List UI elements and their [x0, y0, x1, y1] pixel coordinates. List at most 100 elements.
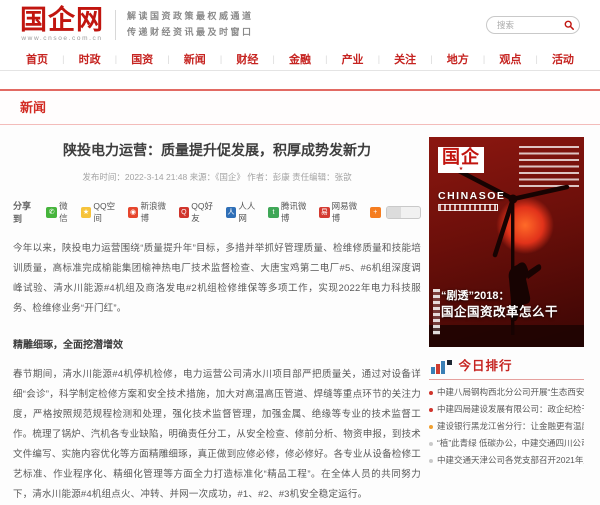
article-meta: 发布时间：2022-3-14 21:48 来源：《国企》 作者：彭康 责任编辑：…: [13, 171, 421, 183]
article-subheading: 精雕细琢，全面挖潜增效: [13, 336, 421, 351]
share-sina-weibo-button[interactable]: ◉新浪微博: [128, 200, 174, 224]
site-tagline: 解读国资政策最权威通道 传递财经资讯最及时窗口: [127, 9, 254, 41]
bar-chart-icon: [431, 360, 452, 374]
ranking-item-1[interactable]: 中建四局建设发展有限公司：政企纪检干部 “: [429, 401, 584, 418]
bar-chart-icon-square: [447, 360, 452, 365]
main-nav: 首页|时政|国资|新闻|财经|金融|产业|关注|地方|观点|活动: [0, 48, 600, 71]
article-column: 陕投电力运营：质量提升促发展，积厚成势发新力 发布时间：2022-3-14 21…: [13, 137, 429, 505]
netease-weibo-icon: 易: [319, 207, 330, 218]
nav-separator: |: [325, 54, 327, 64]
nav-item-10[interactable]: 活动: [552, 51, 574, 67]
nav-item-5[interactable]: 金融: [289, 51, 311, 67]
nav-separator: |: [220, 54, 222, 64]
nav-item-2[interactable]: 国资: [131, 51, 153, 67]
share-counter[interactable]: [386, 206, 421, 219]
magazine-masthead-text: 国企: [442, 148, 480, 167]
nav-separator: |: [483, 54, 485, 64]
ranking-bullet-icon: [429, 459, 433, 463]
share-netease-weibo-button[interactable]: 易网易微博: [319, 200, 365, 224]
header-divider: [115, 10, 116, 40]
cover-title: “剧透”2018： 国企国资改革怎么干: [441, 289, 558, 321]
nav-item-6[interactable]: 产业: [342, 51, 364, 67]
ranking-bullet-icon: [429, 391, 433, 395]
share-label: 分享到: [13, 199, 39, 225]
share-renren-button[interactable]: 人人人网: [226, 200, 264, 224]
section-title[interactable]: 新闻: [20, 100, 46, 115]
more-icon: +: [370, 207, 381, 218]
bar-chart-icon-bar-2: [441, 361, 445, 374]
ranking-item-4[interactable]: 中建交通天津公司各党支部召开2021年度组织: [429, 452, 584, 469]
share-bar: 分享到 ✆微信★QQ空间◉新浪微博QQQ好友人人人网t腾讯微博易网易微博+: [13, 199, 421, 225]
share-chips: ✆微信★QQ空间◉新浪微博QQQ好友人人人网t腾讯微博易网易微博+: [46, 200, 380, 224]
qzone-icon: ★: [81, 207, 92, 218]
ranking-item-text: “植”此青绿 低碳办公，中建交通四川公司: [437, 435, 584, 452]
ranking-item-text: 建设银行黑龙江省分行：让金融更有温度 共: [437, 418, 584, 435]
magazine-masthead: 国企 ★: [438, 147, 484, 173]
ranking-item-3[interactable]: “植”此青绿 低碳办公，中建交通四川公司: [429, 435, 584, 452]
nav-separator: |: [430, 54, 432, 64]
cover-title-line2: 国企国资改革怎么干: [441, 304, 558, 321]
share-tencent-weibo-button[interactable]: t腾讯微博: [268, 200, 314, 224]
sidebar: 国企 ★ CHINASOE “剧透”2018： 国企国资改革怎么干 今日排行 中…: [429, 137, 584, 505]
nav-item-8[interactable]: 地方: [447, 51, 469, 67]
wechat-icon: ✆: [46, 207, 57, 218]
share-more-button[interactable]: +: [370, 207, 381, 218]
magazine-masthead-star: ★: [442, 167, 480, 171]
ranking-bullet-icon: [429, 442, 433, 446]
share-qq-friends-button[interactable]: QQQ好友: [179, 200, 221, 224]
bar-chart-icon-bar-1: [436, 364, 440, 374]
share-qzone-button[interactable]: ★QQ空间: [81, 200, 123, 224]
ranking-header: 今日排行: [429, 355, 584, 380]
renren-icon: 人: [226, 207, 237, 218]
nav-item-0[interactable]: 首页: [26, 51, 48, 67]
ranking-item-0[interactable]: 中建八局钢构西北分公司开展“生态西安 你: [429, 384, 584, 401]
tagline-line1: 解读国资政策最权威通道: [127, 9, 254, 25]
ranking-item-text: 中建四局建设发展有限公司：政企纪检干部 “: [437, 401, 584, 418]
nav-item-1[interactable]: 时政: [79, 51, 101, 67]
sina-weibo-icon: ◉: [128, 207, 139, 218]
ranking-bullet-icon: [429, 425, 433, 429]
share-wechat-label: 微信: [59, 200, 76, 224]
nav-separator: |: [62, 54, 64, 64]
site-header: 国企网 www.cnsoe.com.cn 解读国资政策最权威通道 传递财经资讯最…: [0, 0, 600, 48]
site-logo-text: 国企网: [20, 7, 104, 34]
tencent-weibo-icon: t: [268, 207, 279, 218]
cover-title-line1: “剧透”2018：: [441, 289, 558, 304]
nav-item-9[interactable]: 观点: [499, 51, 521, 67]
article-paragraph-1: 今年以来，陕投电力运营围绕“质量提升年”目标，多措并举抓好管理质量、检维修质量和…: [13, 239, 421, 319]
ranking-item-text: 中建八局钢构西北分公司开展“生态西安 你: [437, 384, 584, 401]
cover-spine: [433, 289, 440, 335]
ranking-list: 中建八局钢构西北分公司开展“生态西安 你中建四局建设发展有限公司：政企纪检干部 …: [429, 380, 584, 469]
section-band: 新闻: [0, 89, 600, 125]
ranking-item-2[interactable]: 建设银行黑龙江省分行：让金融更有温度 共: [429, 418, 584, 435]
bar-chart-icon-bar-0: [431, 367, 435, 374]
ranking-item-text: 中建交通天津公司各党支部召开2021年度组织: [437, 452, 584, 469]
article-title: 陕投电力运营：质量提升促发展，积厚成势发新力: [13, 139, 421, 161]
share-qq-friends-label: QQ好友: [191, 200, 220, 224]
ranking-title: 今日排行: [459, 355, 513, 374]
search-box[interactable]: [486, 16, 580, 34]
share-qzone-label: QQ空间: [93, 200, 122, 224]
site-logo[interactable]: 国企网 www.cnsoe.com.cn: [20, 7, 104, 43]
nav-separator: |: [115, 54, 117, 64]
qq-friends-icon: Q: [179, 207, 190, 218]
today-ranking: 今日排行 中建八局钢构西北分公司开展“生态西安 你中建四局建设发展有限公司：政企…: [429, 355, 584, 469]
article-paragraph-2: 春节期间，清水川能源#4机停机检修，电力运营公司清水川项目部严把质量关，通过对设…: [13, 365, 421, 505]
share-sina-weibo-label: 新浪微博: [140, 200, 173, 224]
share-netease-weibo-label: 网易微博: [332, 200, 365, 224]
nav-separator: |: [167, 54, 169, 64]
search-icon[interactable]: [564, 20, 574, 30]
tagline-line2: 传递财经资讯最及时窗口: [127, 25, 254, 41]
search-input[interactable]: [495, 19, 564, 31]
magazine-masthead-strip: [438, 204, 498, 211]
share-tencent-weibo-label: 腾讯微博: [281, 200, 314, 224]
nav-band-gap: [0, 71, 600, 89]
magazine-cover[interactable]: 国企 ★ CHINASOE “剧透”2018： 国企国资改革怎么干: [429, 137, 584, 347]
share-wechat-button[interactable]: ✆微信: [46, 200, 75, 224]
nav-item-7[interactable]: 关注: [394, 51, 416, 67]
nav-item-4[interactable]: 财经: [236, 51, 258, 67]
magazine-masthead-sub: CHINASOE: [438, 190, 505, 202]
share-renren-label: 人人网: [238, 200, 263, 224]
nav-separator: |: [273, 54, 275, 64]
nav-item-3[interactable]: 新闻: [184, 51, 206, 67]
